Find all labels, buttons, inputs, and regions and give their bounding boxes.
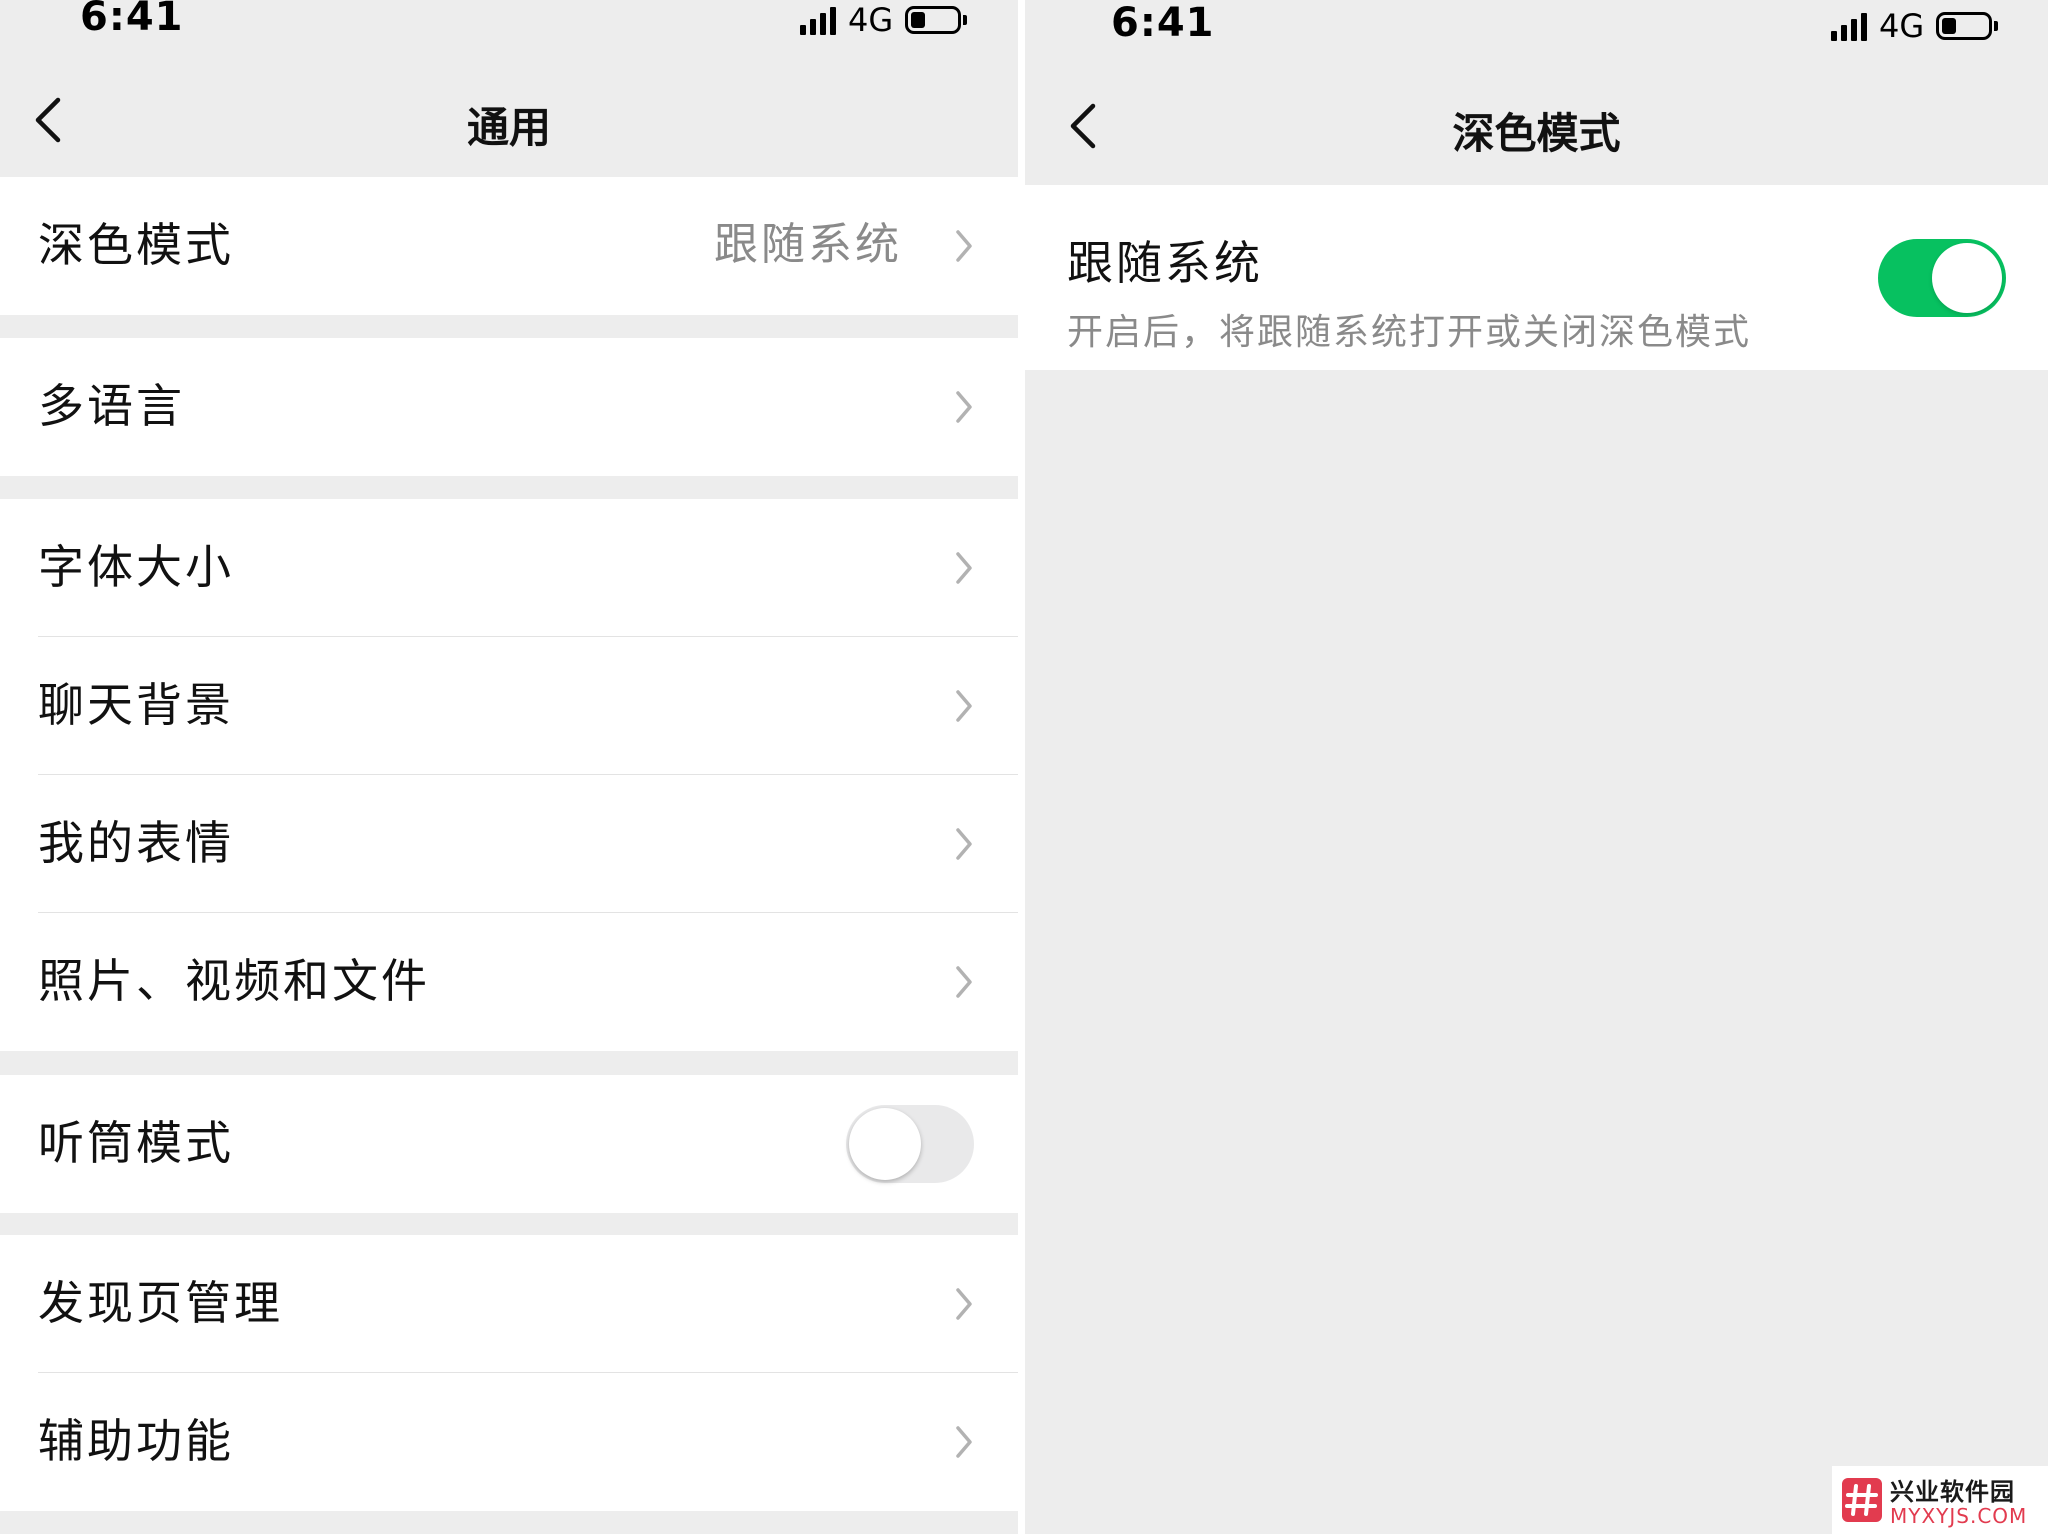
settings-row-my-stickers[interactable]: 我的表情 [0, 775, 1018, 913]
chevron-right-icon [956, 1288, 972, 1320]
dark-mode-screen: 6:41 4G 深色模式 跟随系统 开启后，将跟随系统打开或关闭深色模式 兴业软… [1025, 0, 2048, 1534]
settings-row-earpiece-mode: 听筒模式 [0, 1075, 1018, 1213]
chevron-right-icon [956, 1426, 972, 1458]
follow-system-card: 跟随系统 开启后，将跟随系统打开或关闭深色模式 [1025, 185, 2048, 370]
signal-icon [800, 5, 836, 35]
settings-row-accessibility[interactable]: 辅助功能 [0, 1373, 1018, 1511]
follow-system-label: 跟随系统 [1067, 236, 1263, 290]
battery-icon [1936, 12, 1999, 40]
row-label: 发现页管理 [38, 1276, 283, 1330]
display-group: 字体大小 聊天背景 我的表情 照片、视频和文件 [0, 499, 1018, 1051]
chevron-right-icon [956, 690, 972, 722]
row-label: 照片、视频和文件 [38, 954, 430, 1008]
status-bar: 6:41 4G [1025, 0, 2048, 50]
discover-group: 发现页管理 辅助功能 [0, 1235, 1018, 1511]
chevron-right-icon [956, 391, 972, 423]
nav-bar: 通用 [0, 70, 1018, 170]
row-label: 字体大小 [38, 540, 234, 594]
watermark-domain: MYXYJS.COM [1890, 1504, 2028, 1528]
general-settings-screen: 6:41 4G 通用 深色模式 跟随系统 多语言 字体大小 聊天背景 我的表情 … [0, 0, 1018, 1534]
page-title: 通用 [466, 103, 551, 152]
follow-system-toggle[interactable] [1878, 238, 2006, 317]
hash-logo-icon [1842, 1478, 1882, 1522]
nav-bar: 深色模式 [1025, 76, 2048, 176]
settings-row-chat-background[interactable]: 聊天背景 [0, 637, 1018, 775]
settings-row-media-files[interactable]: 照片、视频和文件 [0, 913, 1018, 1051]
settings-row-language[interactable]: 多语言 [0, 338, 1018, 476]
settings-row-discover-management[interactable]: 发现页管理 [0, 1235, 1018, 1373]
status-time: 6:41 [80, 0, 184, 40]
earpiece-mode-toggle[interactable] [846, 1105, 974, 1183]
chevron-right-icon [956, 966, 972, 998]
row-label: 多语言 [38, 379, 185, 433]
watermark-name: 兴业软件园 [1890, 1478, 2015, 1506]
status-bar: 6:41 4G [0, 0, 1018, 50]
battery-icon [905, 6, 968, 34]
row-label: 听筒模式 [38, 1116, 234, 1170]
earpiece-group: 听筒模式 [0, 1075, 1018, 1213]
row-label: 聊天背景 [38, 678, 234, 732]
page-title: 深色模式 [1452, 109, 1621, 158]
chevron-right-icon [956, 552, 972, 584]
settings-row-dark-mode[interactable]: 深色模式 跟随系统 [0, 177, 1018, 315]
network-type: 4G [848, 1, 894, 39]
dark-mode-group: 深色模式 跟随系统 [0, 177, 1018, 315]
settings-row-font-size[interactable]: 字体大小 [0, 499, 1018, 637]
row-value: 跟随系统 [714, 219, 902, 270]
chevron-right-icon [956, 230, 972, 262]
status-time: 6:41 [1111, 0, 1215, 46]
row-label: 我的表情 [38, 816, 234, 870]
chevron-right-icon [956, 828, 972, 860]
network-type: 4G [1879, 7, 1925, 45]
follow-system-description: 开启后，将跟随系统打开或关闭深色模式 [1067, 312, 1752, 353]
row-label: 深色模式 [38, 218, 234, 272]
language-group: 多语言 [0, 338, 1018, 476]
watermark: 兴业软件园 MYXYJS.COM [1832, 1466, 2048, 1534]
signal-icon [1831, 11, 1867, 41]
row-label: 辅助功能 [38, 1414, 234, 1468]
